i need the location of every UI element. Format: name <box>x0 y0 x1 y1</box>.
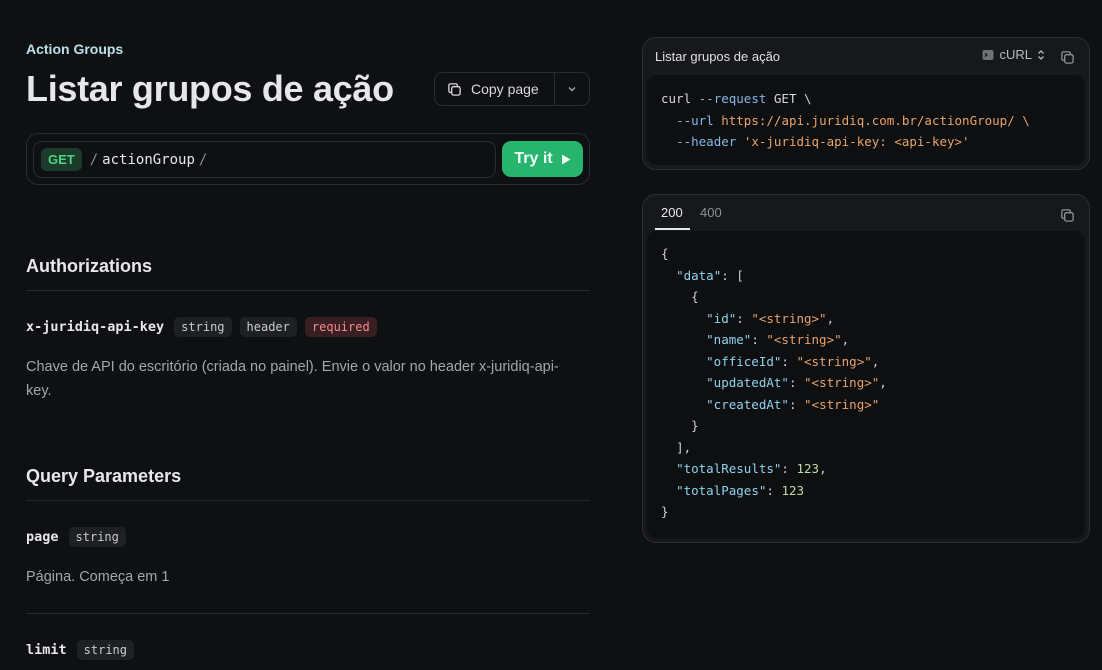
param-description: Página. Começa em 1 <box>26 569 170 585</box>
divider <box>26 290 590 291</box>
try-it-label: Try it <box>514 150 553 167</box>
description-line: Chave de API do escritório (criada no pa… <box>26 359 559 375</box>
json-key: "updatedAt" <box>706 375 789 390</box>
required-badge: required <box>304 317 377 337</box>
chevron-down-icon <box>568 87 576 92</box>
type-badge: string <box>68 527 126 547</box>
request-code-block: curl --request GET \ --url https://api.j… <box>647 75 1085 165</box>
endpoint-bar: GET / actionGroup / Try it <box>26 133 590 185</box>
copy-page-menu-button[interactable] <box>555 73 589 105</box>
path-separator: / <box>198 151 208 168</box>
tab-200[interactable]: 200 <box>661 205 683 220</box>
param-name: page <box>26 529 59 545</box>
code-token: https://api.juridiq.com.br/actionGroup/ … <box>721 112 1030 128</box>
endpoint-url: GET / actionGroup / <box>33 141 496 178</box>
param-name: x-juridiq-api-key <box>26 319 165 335</box>
code-token: curl <box>661 91 692 106</box>
json-value: 123 <box>781 482 805 498</box>
location-badge: header <box>239 317 297 337</box>
authorizations-heading: Authorizations <box>26 256 152 276</box>
json-value: "<string>" <box>766 332 842 347</box>
json-value: "<string>" <box>796 353 872 369</box>
endpoint-path: / actionGroup / <box>90 152 208 168</box>
json-key: "createdAt" <box>706 396 789 412</box>
json-key: "totalPages" <box>676 482 767 498</box>
breadcrumb[interactable]: Action Groups <box>26 41 123 57</box>
copy-icon[interactable] <box>1060 208 1075 223</box>
request-code: curl --request GET \ --url https://api.j… <box>661 88 1030 153</box>
json-key: "name" <box>706 332 752 347</box>
tab-400[interactable]: 400 <box>700 205 722 220</box>
json-key: "totalResults" <box>676 461 782 476</box>
copy-icon[interactable] <box>1060 50 1075 65</box>
language-selector[interactable]: cURL <box>982 47 1045 62</box>
json-value: "<string>" <box>804 375 880 390</box>
divider <box>26 613 590 614</box>
param-name: limit <box>26 642 67 658</box>
response-code: { "data": [ { "id": "<string>", "name": … <box>661 246 887 519</box>
chevron-up-down-icon <box>1038 49 1044 60</box>
type-badge: string <box>76 640 134 660</box>
query-param-row: limit string <box>26 640 134 660</box>
terminal-icon <box>982 49 994 60</box>
copy-icon <box>448 82 461 96</box>
query-parameters-heading: Query Parameters <box>26 466 182 486</box>
json-value: 123 <box>796 461 820 476</box>
path-separator: / <box>89 151 99 168</box>
code-token: --request <box>698 91 767 106</box>
code-token: 'x-juridiq-api-key: <api-key>' <box>743 134 970 149</box>
page-title: Listar grupos de ação <box>26 68 394 109</box>
json-value: "<string>" <box>804 396 880 412</box>
method-badge: GET <box>41 148 82 171</box>
code-token: GET \ <box>773 91 812 106</box>
query-param-row: page string <box>26 527 126 547</box>
path-segment: actionGroup <box>102 151 195 168</box>
json-value: "<string>" <box>751 310 827 326</box>
copy-page-group: Copy page <box>434 72 590 106</box>
active-tab-indicator <box>655 228 690 230</box>
try-it-button[interactable]: Try it <box>502 141 583 177</box>
code-token: --url <box>676 112 714 128</box>
auth-param-row: x-juridiq-api-key string header required <box>26 317 377 337</box>
request-panel-title: Listar grupos de ação <box>655 49 781 64</box>
copy-page-label: Copy page <box>471 81 539 97</box>
play-icon <box>561 154 571 164</box>
divider <box>26 500 590 501</box>
json-key: "id" <box>706 310 737 326</box>
json-key: "data" <box>676 267 722 283</box>
response-example-panel: 200 400 { "data": [ { "id": "<string>", … <box>642 194 1090 543</box>
description-line: key. <box>26 383 52 399</box>
request-example-panel: Listar grupos de ação cURL curl --reques… <box>642 37 1090 170</box>
param-description: Chave de API do escritório (criada no pa… <box>26 355 559 403</box>
type-badge: string <box>174 317 232 337</box>
code-token: --header <box>676 134 737 149</box>
json-key: "officeId" <box>706 353 782 369</box>
copy-page-button[interactable]: Copy page <box>435 73 555 105</box>
response-code-block: { "data": [ { "id": "<string>", "name": … <box>647 231 1085 538</box>
language-label: cURL <box>999 47 1032 62</box>
